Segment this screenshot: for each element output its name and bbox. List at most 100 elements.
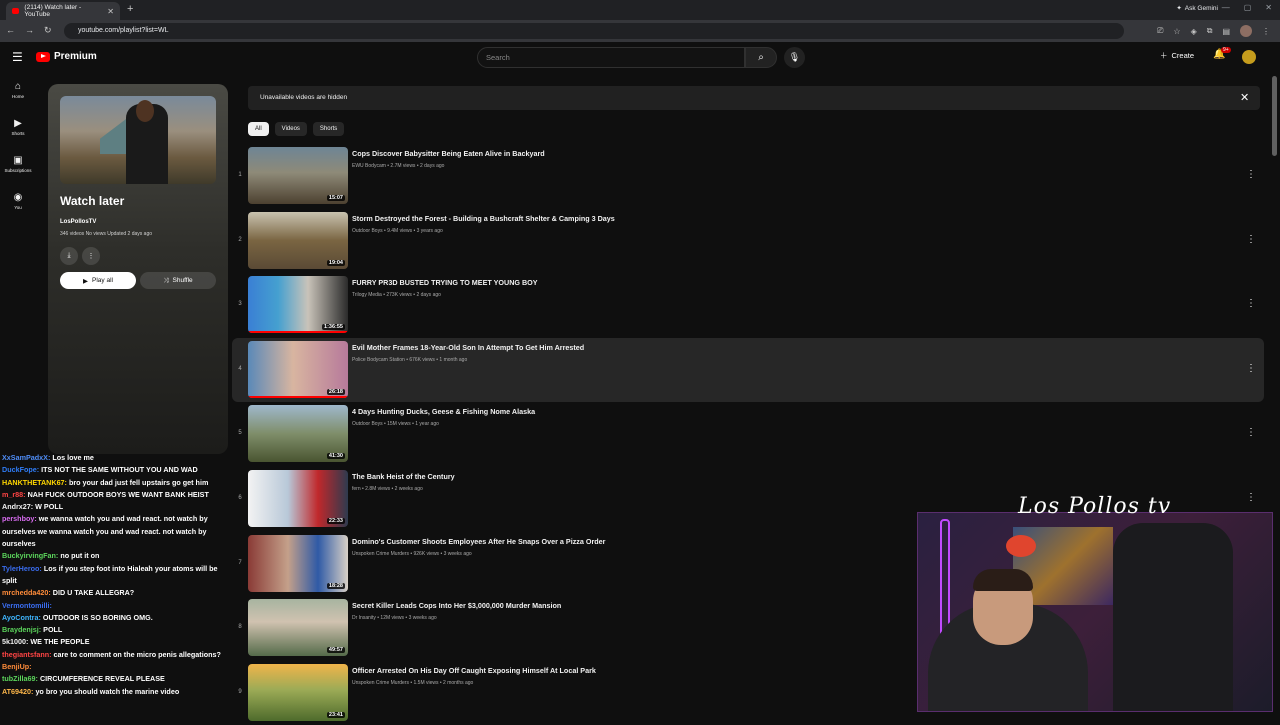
video-index: 4	[238, 365, 242, 372]
you-icon: ◉	[13, 192, 23, 203]
filter-chips: All Videos Shorts	[248, 122, 345, 136]
video-title[interactable]: The Bank Heist of the Century	[352, 472, 455, 481]
video-duration: 23:41	[326, 711, 345, 718]
chat-message: 5k1000: WE THE PEOPLE	[0, 636, 232, 648]
video-thumbnail[interactable]: 23:41	[248, 663, 348, 721]
bookmark-star-icon[interactable]: ☆	[1173, 27, 1180, 36]
sidebar-item-shorts[interactable]: ▶ Shorts	[0, 111, 36, 148]
new-tab-button[interactable]: +	[127, 3, 133, 15]
reload-icon[interactable]: ↻	[44, 25, 52, 36]
account-avatar[interactable]	[1242, 50, 1256, 64]
forward-icon[interactable]: →	[25, 25, 34, 36]
playlist-thumbnail[interactable]	[60, 96, 216, 184]
sidebar-item-subscriptions[interactable]: ▣ Subscriptions	[0, 148, 36, 185]
profile-avatar[interactable]	[1240, 25, 1252, 37]
more-vert-icon[interactable]: ⋮	[1246, 298, 1256, 309]
chat-text: CIRCUMFERENCE REVEAL PLEASE	[39, 674, 165, 684]
more-vert-icon[interactable]: ⋮	[1246, 169, 1256, 180]
home-icon: ⌂	[14, 81, 22, 92]
shuffle-icon: ⤨	[163, 276, 169, 284]
video-thumbnail[interactable]: 22:33	[248, 469, 348, 527]
plus-icon: ＋	[1160, 51, 1168, 60]
search-input[interactable]: Search	[477, 47, 745, 68]
playlist-video-row[interactable]: 5 41:30 4 Days Hunting Ducks, Geese & Fish…	[232, 402, 1264, 467]
window-close-icon[interactable]: ✕	[1265, 3, 1272, 12]
chat-username: BuckyirvingFan:	[2, 551, 59, 561]
youtube-premium-logo[interactable]: Premium	[36, 51, 97, 62]
sidebar-item-you[interactable]: ◉ You	[0, 185, 36, 222]
back-icon[interactable]: ←	[6, 25, 15, 36]
sidepanel-icon[interactable]: ▤	[1222, 27, 1230, 36]
neon-light	[940, 519, 950, 639]
playlist-owner[interactable]: LosPollosTV	[60, 219, 96, 225]
video-meta: EWU Bodycam • 2.7M views • 2 days ago	[352, 163, 445, 169]
sidebar-item-label: Home	[11, 94, 24, 99]
video-title[interactable]: Cops Discover Babysitter Being Eaten Ali…	[352, 149, 545, 158]
voice-search-button[interactable]: 🎙	[784, 47, 805, 68]
play-all-button[interactable]: ▶ Play all	[60, 272, 136, 289]
video-duration: 18:28	[326, 582, 345, 589]
video-index: 7	[238, 559, 242, 566]
video-title[interactable]: Evil Mother Frames 18-Year-Old Son In At…	[352, 343, 584, 352]
create-button[interactable]: ＋ Create	[1160, 50, 1194, 61]
video-meta: Dr Insanity • 12M views • 3 weeks ago	[352, 615, 437, 622]
url-field[interactable]: youtube.com/playlist?list=WL	[64, 23, 1124, 39]
chat-text: WE THE PEOPLE	[30, 637, 90, 647]
video-thumbnail[interactable]: 18:28	[248, 534, 348, 592]
chat-username: Vermontomilli:	[2, 600, 52, 610]
extensions-puzzle-icon[interactable]: ⧉	[1207, 26, 1213, 36]
video-thumbnail[interactable]: 49:57	[248, 599, 348, 657]
playlist-video-row[interactable]: 4 26:18 Evil Mother Frames 18-Year-Old Son…	[232, 337, 1264, 403]
extension-icon[interactable]: ◈	[1191, 27, 1197, 36]
more-vert-icon[interactable]: ⋮	[1246, 492, 1256, 503]
shuffle-button[interactable]: ⤨ Shuffle	[140, 272, 216, 289]
video-title[interactable]: Officer Arrested On His Day Off Caught E…	[352, 666, 596, 675]
more-vert-icon[interactable]: ⋮	[1246, 363, 1256, 374]
search-button[interactable]: ⌕	[745, 47, 777, 68]
video-thumbnail[interactable]: 1:36:55	[248, 276, 348, 334]
playlist-video-row[interactable]: 3 1:36:55 FURRY PR3D BUSTED TRYING TO MEET…	[232, 273, 1264, 338]
notification-badge: 9+	[1221, 47, 1231, 53]
signature-logo: Los Pollos tv	[1018, 494, 1172, 519]
video-thumbnail[interactable]: 19:04	[248, 211, 348, 269]
cast-icon[interactable]: ⎚	[1157, 26, 1163, 36]
video-title[interactable]: FURRY PR3D BUSTED TRYING TO MEET YOUNG B…	[352, 278, 538, 287]
video-duration: 49:57	[326, 647, 345, 654]
tab-close-icon[interactable]: ✕	[107, 7, 114, 16]
minimize-icon[interactable]: —	[1222, 3, 1230, 12]
notice-close-icon[interactable]: ✕	[1240, 91, 1249, 104]
video-thumbnail[interactable]: 26:18	[248, 340, 348, 398]
video-thumbnail[interactable]: 15:07	[248, 147, 348, 204]
subscriptions-icon: ▣	[13, 155, 23, 166]
playlist-video-row[interactable]: 1 15:07 Cops Discover Babysitter Being Eat…	[232, 144, 1264, 209]
chip-all[interactable]: All	[248, 122, 269, 136]
maximize-icon[interactable]: ▢	[1244, 3, 1252, 12]
video-index: 6	[238, 494, 242, 501]
watch-progress-bar	[248, 395, 348, 398]
sidebar-item-home[interactable]: ⌂ Home	[0, 74, 36, 111]
video-title[interactable]: Domino's Customer Shoots Employees After…	[352, 537, 605, 546]
video-title[interactable]: Storm Destroyed the Forest - Building a …	[352, 214, 615, 223]
more-vert-icon[interactable]: ⋮	[1246, 427, 1256, 438]
watch-progress-bar	[248, 331, 348, 334]
browser-tab[interactable]: (2114) Watch later - YouTube ✕	[6, 2, 120, 20]
chip-shorts[interactable]: Shorts	[312, 122, 345, 136]
play-all-label: Play all	[92, 277, 113, 284]
chat-text: no put it on	[60, 551, 100, 561]
playlist-video-row[interactable]: 2 19:04 Storm Destroyed the Forest - Build…	[232, 209, 1264, 274]
chat-username: tubZilla69:	[2, 674, 38, 684]
chip-videos[interactable]: Videos	[274, 122, 307, 136]
video-duration: 15:07	[326, 195, 345, 201]
scrollbar[interactable]	[1272, 76, 1277, 156]
more-vert-icon[interactable]: ⋮	[1246, 234, 1256, 245]
more-options-button[interactable]: ⋮	[82, 247, 100, 265]
video-thumbnail[interactable]: 41:30	[248, 405, 348, 463]
download-button[interactable]: ⤓	[60, 247, 78, 265]
video-title[interactable]: Secret Killer Leads Cops Into Her $3,000…	[352, 601, 561, 610]
ask-gemini-button[interactable]: ✦ Ask Gemini	[1176, 4, 1218, 13]
microphone-icon: 🎙	[788, 52, 801, 62]
shuffle-label: Shuffle	[172, 277, 193, 284]
video-title[interactable]: 4 Days Hunting Ducks, Geese & Fishing No…	[352, 407, 535, 416]
menu-dots-icon[interactable]: ⋮	[1262, 27, 1270, 36]
hamburger-menu-icon[interactable]: ☰	[12, 50, 23, 64]
